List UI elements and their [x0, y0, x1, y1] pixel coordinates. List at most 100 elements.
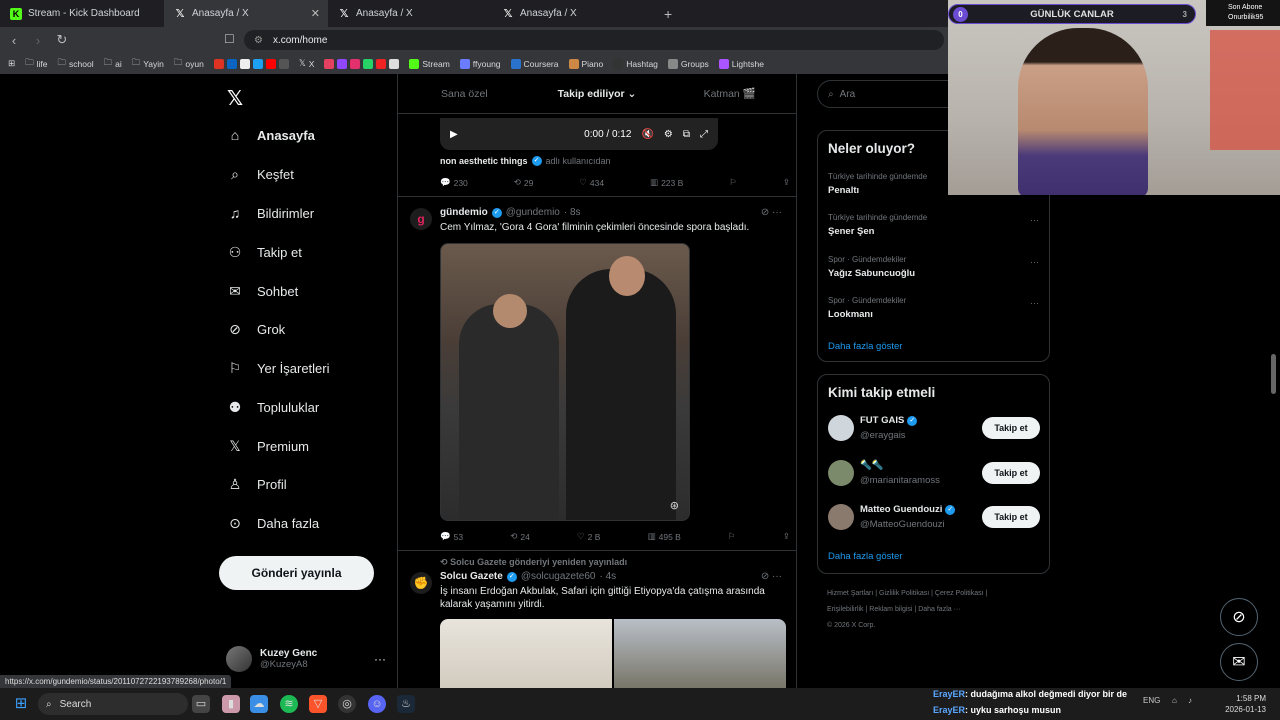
more-icon[interactable]: ··· — [1030, 298, 1039, 308]
avatar[interactable]: g — [410, 208, 432, 230]
nav-communities[interactable]: ⚉ Topluluklar — [227, 399, 319, 416]
fullscreen-icon[interactable]: ⤢ — [700, 129, 708, 140]
bookmark-oyun[interactable]: 🗀 oyun — [174, 57, 204, 71]
site-info-icon[interactable]: ⚙ — [254, 35, 263, 46]
app-icon[interactable]: ◎ — [338, 695, 356, 713]
follow-button[interactable]: Takip et — [982, 506, 1040, 528]
reload-icon[interactable]: ↻ — [52, 32, 72, 48]
tab-for-you[interactable]: Sana özel — [398, 74, 531, 113]
mute-icon[interactable]: 🔇 — [641, 129, 653, 140]
steam-icon[interactable]: ♨ — [397, 695, 415, 713]
url-field[interactable]: ⚙ x.com/home — [244, 30, 944, 50]
more-icon[interactable]: ··· — [374, 652, 386, 666]
bookmark-icons-row-2[interactable] — [324, 58, 400, 69]
footer-link[interactable]: Hizmet Şartları — [827, 590, 873, 597]
forward-icon[interactable]: › — [28, 33, 48, 48]
trend-item[interactable]: Yağız Sabuncuoğlu — [828, 268, 915, 279]
nav-explore[interactable]: ⌕ Keşfet — [227, 166, 294, 183]
network-icon[interactable]: ⌂ — [1172, 696, 1177, 705]
reply-button[interactable]: 💬 53 — [440, 531, 463, 542]
trend-item[interactable]: Penaltı — [828, 185, 859, 196]
bookmark-hashtag[interactable]: Hashtag — [613, 58, 658, 69]
apps-grid-icon[interactable]: ⊞ — [8, 58, 15, 69]
tweet-photo[interactable] — [440, 619, 612, 688]
taskbar-clock[interactable]: 1:58 PM 2026-01-13 — [1206, 693, 1266, 715]
task-view-icon[interactable]: ▭ — [192, 695, 210, 713]
tweet-photos[interactable] — [440, 619, 786, 688]
more-icon[interactable]: ⊘ ··· — [761, 571, 782, 582]
trend-item[interactable]: Şener Şen — [828, 226, 874, 237]
browser-tab-x[interactable]: 𝕏 Anasayfa / X — [492, 0, 656, 27]
grok-floating-button[interactable]: ⊘ — [1220, 598, 1258, 636]
scrollbar[interactable] — [1271, 354, 1276, 394]
bookmark-lightshot[interactable]: Lightshe — [718, 58, 764, 69]
footer-link[interactable]: Reklam bilgisi — [869, 606, 912, 613]
nav-grok[interactable]: ⊘ Grok — [227, 321, 285, 338]
bookmark-button[interactable]: ⚐ — [728, 531, 736, 542]
tab-katman[interactable]: Katman 🎬 — [663, 74, 796, 113]
brave-icon[interactable]: ▽ — [309, 695, 327, 713]
follow-button[interactable]: Takip et — [982, 417, 1040, 439]
follow-button[interactable]: Takip et — [982, 462, 1040, 484]
author-name[interactable]: Solcu Gazete — [440, 571, 503, 582]
footer-link[interactable]: Daha fazla ··· — [918, 606, 960, 613]
back-icon[interactable]: ‹ — [4, 33, 24, 48]
views-button[interactable]: ▥ 495 B — [648, 531, 681, 542]
repost-button[interactable]: ⟲ 29 — [514, 177, 534, 188]
bookmark-icons-row[interactable] — [213, 58, 289, 69]
footer-link[interactable]: Erişilebilirlik — [827, 606, 864, 613]
share-button[interactable]: ⇪ — [783, 177, 790, 188]
bookmark-yayin[interactable]: 🗀 Yayin — [132, 57, 164, 71]
play-icon[interactable]: ▶ — [450, 129, 458, 140]
account-switcher[interactable]: Kuzey Genc @KuzeyA8 ··· — [226, 644, 386, 674]
post-button[interactable]: Gönderi yayınla — [219, 556, 374, 590]
nav-follow[interactable]: ⚇ Takip et — [227, 244, 302, 261]
tweet-photo[interactable] — [614, 619, 786, 688]
reply-button[interactable]: 💬 230 — [440, 177, 468, 188]
tweet-photo[interactable]: ⊛ — [440, 243, 690, 521]
follow-suggestion[interactable]: FUT GAIS ✓ @eraygais Takip et — [828, 413, 1040, 445]
show-more-trends-link[interactable]: Daha fazla göster — [828, 341, 902, 352]
system-tray-lang[interactable]: ENG — [1143, 696, 1160, 705]
grok-image-icon[interactable]: ⊛ — [670, 499, 679, 512]
bookmark-groups[interactable]: Groups — [667, 58, 709, 69]
views-button[interactable]: ▥ 223 B — [650, 177, 683, 188]
author-handle[interactable]: @solcugazete60 — [521, 571, 596, 582]
bookmark-school[interactable]: 🗀 school — [58, 57, 94, 71]
more-icon[interactable]: ⊘ ··· — [761, 207, 782, 218]
tweet-time[interactable]: · 4s — [599, 571, 616, 582]
nav-home[interactable]: ⌂ Anasayfa — [227, 127, 315, 143]
show-more-follow-link[interactable]: Daha fazla göster — [828, 551, 902, 562]
volume-icon[interactable]: ♪ — [1188, 696, 1192, 705]
close-tab-icon[interactable]: ✕ — [311, 7, 320, 20]
nav-more[interactable]: ⊙ Daha fazla — [227, 515, 319, 532]
bookmark-stream[interactable]: Stream — [409, 58, 450, 69]
nav-notifications[interactable]: ♫ Bildirimler — [227, 205, 314, 221]
nav-bookmarks[interactable]: ⚐ Yer İşaretleri — [227, 360, 330, 377]
settings-icon[interactable]: ⚙ — [664, 129, 673, 140]
new-tab-button[interactable]: + — [664, 6, 672, 22]
app-icon[interactable]: ▮ — [222, 695, 240, 713]
nav-profile[interactable]: ♙ Profil — [227, 476, 287, 493]
messages-floating-button[interactable]: ✉ — [1220, 643, 1258, 681]
follow-suggestion[interactable]: 🔦🔦 @marianitaramoss Takip et — [828, 458, 1040, 490]
video-source[interactable]: non aesthetic things ✓ adlı kullanıcıdan — [440, 156, 611, 166]
taskbar-search[interactable]: ⌕ Search — [38, 693, 188, 715]
pip-icon[interactable]: ⧉ — [683, 129, 690, 140]
bookmark-x[interactable]: 𝕏X — [299, 58, 315, 69]
like-button[interactable]: ♡ 2 B — [577, 531, 600, 542]
bookmark-button[interactable]: ⚐ — [729, 177, 737, 188]
bookmark-ffyoung[interactable]: ffyoung — [459, 58, 501, 69]
author-name[interactable]: gündemio — [440, 207, 488, 218]
bookmark-ai[interactable]: 🗀 ai — [104, 57, 122, 71]
tweet-time[interactable]: · 8s — [564, 207, 581, 218]
avatar[interactable]: ✊ — [410, 572, 432, 594]
bookmark-coursera[interactable]: Coursera — [510, 58, 559, 69]
bookmark-page-icon[interactable]: ☐ — [224, 32, 235, 46]
browser-tab-kick[interactable]: K Stream - Kick Dashboard — [0, 0, 164, 27]
browser-tab-x-active[interactable]: 𝕏 Anasayfa / X ✕ — [164, 0, 328, 27]
more-icon[interactable]: ··· — [1030, 257, 1039, 267]
nav-messages[interactable]: ✉ Sohbet — [227, 283, 298, 300]
trend-item[interactable]: Lookmanı — [828, 309, 873, 320]
footer-link[interactable]: Çerez Politikası — [935, 590, 984, 597]
